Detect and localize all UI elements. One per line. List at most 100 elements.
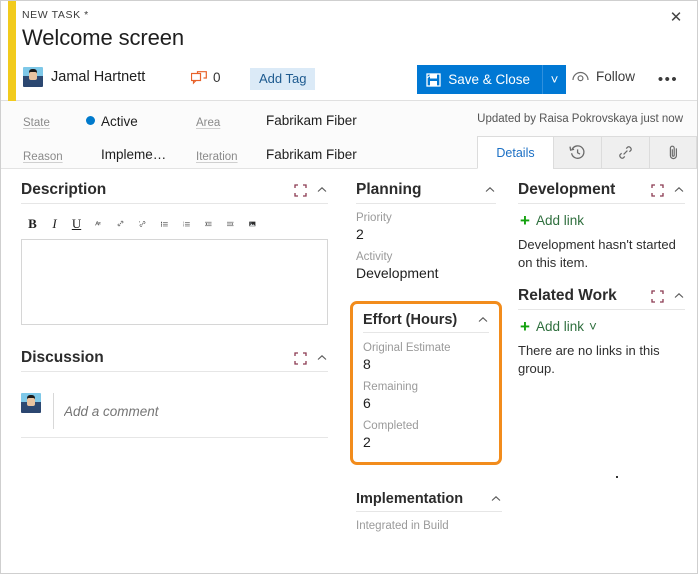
effort-title: Effort (Hours) xyxy=(363,312,458,328)
assignee-name: Jamal Hartnett xyxy=(51,69,146,85)
outdent-icon[interactable] xyxy=(199,214,218,233)
indent-icon[interactable] xyxy=(221,214,240,233)
italic-icon[interactable]: I xyxy=(45,214,64,233)
bullet-list-icon[interactable] xyxy=(155,214,174,233)
comment-count-chip[interactable]: 0 xyxy=(191,70,221,85)
chevron-up-icon[interactable] xyxy=(316,352,328,364)
save-options-chevron-down-icon[interactable]: ˅ xyxy=(542,65,566,94)
discussion-section-header: Discussion xyxy=(21,349,328,371)
work-item-type-accent-bar xyxy=(8,1,16,101)
underline-icon[interactable]: U xyxy=(67,214,86,233)
assigned-to[interactable]: Jamal Hartnett xyxy=(23,67,145,87)
state-value: Active xyxy=(101,114,138,129)
chevron-up-icon[interactable] xyxy=(673,290,685,302)
tab-attachments[interactable] xyxy=(649,136,697,169)
area-field[interactable]: Area xyxy=(196,113,220,131)
description-title: Description xyxy=(21,181,107,198)
development-add-link-button[interactable]: + Add link xyxy=(520,212,685,229)
original-estimate-label: Original Estimate xyxy=(363,342,451,354)
dialog-body: Description B I U x 1 2 3 Discussion Add… xyxy=(1,169,697,573)
related-work-divider xyxy=(518,309,685,311)
follow-button[interactable]: Follow xyxy=(572,69,635,84)
iteration-label: Iteration xyxy=(196,151,238,163)
eye-icon xyxy=(572,71,589,81)
link-chain-icon xyxy=(619,146,632,159)
image-icon[interactable] xyxy=(243,214,262,233)
remaining-label: Remaining xyxy=(363,381,418,393)
field-summary-bar: State Active Reason Impleme… Area Fabrik… xyxy=(1,101,697,169)
page-title: Welcome screen xyxy=(22,25,185,50)
state-field[interactable]: State xyxy=(23,113,50,131)
planning-section-header: Planning xyxy=(356,181,496,203)
chevron-up-icon[interactable] xyxy=(477,314,489,326)
tab-details[interactable]: Details xyxy=(477,136,553,169)
unlink-icon[interactable]: x xyxy=(133,214,152,233)
development-empty-note: Development hasn't started on this item. xyxy=(518,237,676,270)
description-editor[interactable] xyxy=(21,239,328,325)
chevron-up-icon[interactable] xyxy=(484,184,496,196)
chevron-down-icon[interactable]: ˅ xyxy=(589,319,597,334)
integrated-in-build-label: Integrated in Build xyxy=(356,520,449,532)
remaining-field[interactable]: Remaining 6 xyxy=(363,381,489,411)
priority-label: Priority xyxy=(356,212,392,224)
breadcrumb: NEW TASK * xyxy=(22,9,89,21)
area-value-wrap[interactable]: Fabrikam Fiber xyxy=(266,112,357,130)
related-work-add-link-button[interactable]: + Add link ˅ xyxy=(520,318,685,335)
activity-value: Development xyxy=(356,265,439,281)
outdent-glyph xyxy=(205,221,212,226)
save-disk-icon xyxy=(426,73,441,87)
area-value: Fabrikam Fiber xyxy=(266,113,357,128)
numbered-list-glyph: 1 2 3 xyxy=(183,221,190,227)
reason-label: Reason xyxy=(23,151,63,163)
comment-input[interactable] xyxy=(53,393,328,429)
completed-field[interactable]: Completed 2 xyxy=(363,420,489,450)
close-icon[interactable]: ✕ xyxy=(663,5,689,29)
clear-format-icon[interactable] xyxy=(89,214,108,233)
priority-field[interactable]: Priority 2 xyxy=(356,212,496,242)
development-section-header: Development xyxy=(518,181,685,203)
tab-links[interactable] xyxy=(601,136,649,169)
expand-icon[interactable] xyxy=(651,289,664,303)
related-work-section: Related Work + Add link ˅ There are no l… xyxy=(518,287,685,377)
updated-by-text: Updated by Raisa Pokrovskaya just now xyxy=(477,113,683,125)
expand-icon[interactable] xyxy=(294,351,307,365)
iteration-field[interactable]: Iteration xyxy=(196,147,238,165)
link-icon[interactable] xyxy=(111,214,130,233)
bold-icon[interactable]: B xyxy=(23,214,42,233)
original-estimate-field[interactable]: Original Estimate 8 xyxy=(363,342,489,372)
implementation-divider xyxy=(356,511,502,512)
dialog-header: ✕ NEW TASK * Welcome screen Jamal Hartne… xyxy=(1,1,697,101)
description-section-header: Description xyxy=(21,181,328,203)
planning-divider xyxy=(356,203,496,204)
history-clock-icon xyxy=(569,145,585,159)
chevron-up-icon[interactable] xyxy=(316,184,328,196)
activity-field[interactable]: Activity Development xyxy=(356,251,496,281)
reason-value-wrap[interactable]: Impleme… xyxy=(101,146,166,164)
more-options-icon[interactable]: ••• xyxy=(655,68,681,90)
comment-composer xyxy=(21,380,328,429)
plus-icon: + xyxy=(520,211,530,230)
chevron-up-icon[interactable] xyxy=(673,184,685,196)
expand-icon[interactable] xyxy=(651,183,664,197)
related-work-empty-note: There are no links in this group. xyxy=(518,343,660,376)
state-value-wrap[interactable]: Active xyxy=(86,113,138,131)
expand-icon[interactable] xyxy=(294,183,307,197)
column-right: Development + Add link Development hasn'… xyxy=(506,169,697,573)
chevron-up-icon[interactable] xyxy=(490,493,502,505)
save-and-close-button[interactable]: Save & Close xyxy=(417,65,542,94)
reason-field[interactable]: Reason xyxy=(23,147,63,165)
plus-icon: + xyxy=(520,317,530,337)
numbered-list-icon[interactable]: 1 2 3 xyxy=(177,214,196,233)
bullet-list-glyph xyxy=(161,221,168,226)
iteration-value-wrap[interactable]: Fabrikam Fiber xyxy=(266,146,357,164)
comment-divider xyxy=(21,437,328,438)
paperclip-icon xyxy=(669,145,677,160)
discussion-section: Discussion xyxy=(21,349,328,438)
area-label: Area xyxy=(196,117,221,129)
comment-icon xyxy=(191,70,207,84)
avatar xyxy=(21,393,41,413)
add-tag-button[interactable]: Add Tag xyxy=(250,68,316,90)
tab-history[interactable] xyxy=(553,136,601,169)
description-toolbar: B I U x 1 2 3 xyxy=(21,212,328,239)
related-work-add-link-label: Add link xyxy=(535,319,584,335)
